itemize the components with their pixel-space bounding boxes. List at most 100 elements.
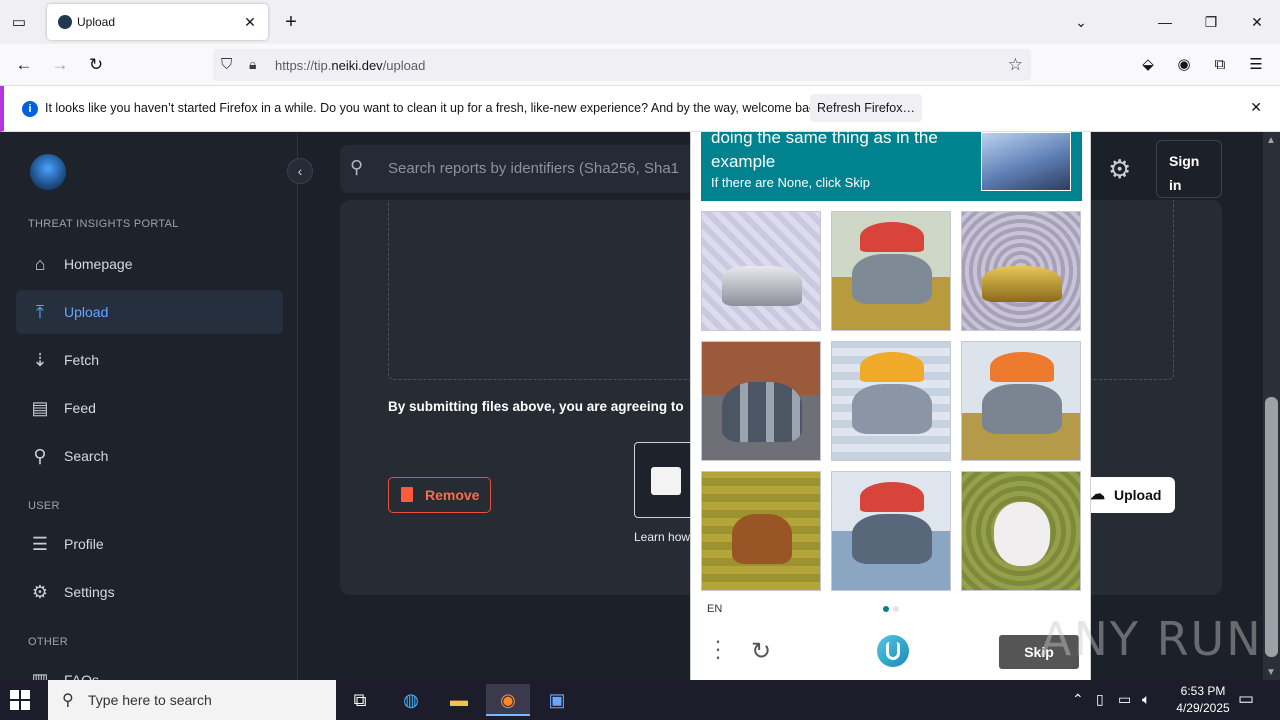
elephant-shape (852, 514, 932, 564)
menu-icon[interactable]: ☰ (1244, 53, 1268, 77)
scroll-down-icon[interactable]: ▼ (1266, 667, 1276, 678)
reload-challenge-icon[interactable]: ↻ (751, 637, 771, 666)
elephant-orange-umbrella-image[interactable] (961, 341, 1081, 461)
search-icon: ⚲ (33, 446, 47, 466)
sidebar-item-settings[interactable]: ⚙ Settings (16, 570, 283, 614)
umbrella-shape (860, 352, 924, 382)
shield-icon[interactable]: ⛉ (221, 56, 232, 73)
profile-icon: ☰ (31, 534, 49, 554)
elephant-shape (852, 254, 932, 304)
report-search-input[interactable]: Search reports by identifiers (Sha256, S… (388, 160, 679, 177)
dog-skateboard-image[interactable] (701, 471, 821, 591)
search-icon: ⚲ (62, 692, 74, 709)
sidebar-item-fetch[interactable]: ⇣ Fetch (16, 338, 283, 382)
sidebar-item-search[interactable]: ⚲ Search (16, 434, 283, 478)
more-options-icon[interactable]: · · · (713, 630, 723, 668)
extensions-icon[interactable]: ⧉ (1208, 53, 1232, 77)
account-icon[interactable]: ◉ (1172, 53, 1196, 77)
feed-icon: ▤ (31, 398, 49, 418)
back-icon[interactable]: ← (11, 53, 37, 77)
app-icon[interactable]: ▣ (535, 684, 579, 716)
browser-tab-bar: ▭ Upload ✕ + ⌄ — ❐ ✕ (0, 0, 1280, 44)
sidebar-item-label: Fetch (64, 352, 100, 368)
tab-title: Upload (77, 15, 116, 29)
sidebar-collapse-button[interactable]: ‹ (287, 158, 313, 184)
volume-icon[interactable]: 🔈︎ (1142, 691, 1150, 708)
scrollbar-thumb[interactable] (1265, 397, 1278, 657)
sign-in-button[interactable]: Sign in (1156, 140, 1222, 198)
windows-taskbar: ⚲ Type here to search ⧉ ◍ ▬ ◉ ▣ ⌃ ▯ ▭ 🔈︎… (0, 680, 1280, 720)
browser-navbar: ← → ↻ ⛉ 🔒︎ https://tip.neiki.dev/upload … (0, 44, 1280, 86)
umbrella-shape (990, 352, 1054, 382)
network-icon[interactable]: ▭ (1118, 691, 1131, 708)
sidebar-item-faqs[interactable]: ▥ FAQs (16, 658, 283, 680)
poodle-skateboard-image[interactable] (961, 471, 1081, 591)
gear-icon[interactable]: ⚙ (1108, 154, 1131, 185)
umbrella-shape (860, 222, 924, 252)
upload-button[interactable]: ☁ Upload (1080, 477, 1175, 513)
minimize-icon[interactable]: — (1150, 8, 1180, 36)
elephant-umbrella-image[interactable] (831, 211, 951, 331)
chickens-shape (722, 382, 802, 442)
portal-logo[interactable] (30, 154, 66, 190)
notification-close-icon[interactable]: ✕ (1250, 99, 1262, 116)
firefox-icon[interactable]: ◉ (486, 684, 530, 716)
language-selector[interactable]: EN (707, 603, 722, 615)
chickens-image[interactable] (701, 341, 821, 461)
learn-how-link[interactable]: Learn how (634, 530, 690, 544)
browser-tab[interactable]: Upload ✕ (47, 4, 268, 40)
taskbar-search[interactable]: ⚲ Type here to search (48, 680, 336, 720)
sidebar-item-upload[interactable]: ⤒ Upload (16, 290, 283, 334)
url-text[interactable]: https://tip.neiki.dev/upload (275, 58, 425, 73)
captcha-checkbox[interactable] (651, 467, 681, 495)
scroll-up-icon[interactable]: ▲ (1266, 135, 1276, 146)
page-dot-active (883, 606, 889, 612)
car-image[interactable] (701, 211, 821, 331)
gold-car-image[interactable] (961, 211, 1081, 331)
remove-label: Remove (425, 487, 480, 503)
list-all-tabs-icon[interactable]: ⌄ (1066, 8, 1096, 36)
elephant-shape (852, 384, 932, 434)
bookmark-star-icon[interactable]: ☆ (1008, 55, 1023, 75)
task-view-icon[interactable]: ⧉ (338, 684, 382, 716)
notification-message: It looks like you haven’t started Firefo… (45, 101, 826, 115)
page-scrollbar[interactable]: ▲ ▼ (1263, 132, 1280, 680)
sidebar-section-other: OTHER (28, 636, 68, 648)
window-close-icon[interactable]: ✕ (1242, 8, 1272, 36)
sidebar-item-label: Search (64, 448, 109, 464)
refresh-firefox-button[interactable]: Refresh Firefox… (810, 94, 922, 122)
address-bar[interactable]: ⛉ 🔒︎ https://tip.neiki.dev/upload ☆ (213, 49, 1031, 81)
tray-overflow-icon[interactable]: ⌃ (1072, 691, 1084, 708)
sidebar-item-homepage[interactable]: ⌂ Homepage (16, 242, 283, 286)
taskbar-search-input[interactable]: Type here to search (88, 692, 212, 708)
reload-icon[interactable]: ↻ (83, 53, 109, 77)
sidebar-item-profile[interactable]: ☰ Profile (16, 522, 283, 566)
system-clock[interactable]: 6:53 PM 4/29/2025 (1166, 683, 1240, 717)
edge-icon[interactable]: ◍ (389, 684, 433, 716)
sidebar-item-feed[interactable]: ▤ Feed (16, 386, 283, 430)
forward-icon[interactable]: → (47, 53, 73, 77)
captcha-checkbox-card[interactable] (634, 442, 694, 518)
notifications-icon[interactable]: ▭ (1238, 689, 1254, 709)
remove-button[interactable]: Remove (388, 477, 491, 513)
fetch-icon: ⇣ (32, 350, 48, 370)
elephant-water-image[interactable] (831, 471, 951, 591)
example-image (981, 132, 1071, 191)
lock-icon[interactable]: 🔒︎ (249, 56, 256, 73)
elephant-yellow-umbrella-image[interactable] (831, 341, 951, 461)
clock-date: 4/29/2025 (1176, 701, 1230, 715)
sidebar: THREAT INSIGHTS PORTAL ⌂ Homepage ⤒ Uplo… (0, 132, 298, 680)
start-button[interactable] (10, 690, 30, 710)
pocket-icon[interactable]: ⬙ (1136, 53, 1160, 77)
prompt-line: example (711, 152, 776, 171)
sidebar-item-label: Feed (64, 400, 96, 416)
sign-in-label: Sign (1169, 153, 1200, 169)
restore-icon[interactable]: ❐ (1196, 8, 1226, 36)
tab-list-icon[interactable]: ▭ (8, 11, 30, 33)
device-icon[interactable]: ▯ (1096, 691, 1104, 708)
info-icon: i (22, 101, 38, 117)
prompt-line: doing the same thing as in the (711, 128, 938, 147)
file-explorer-icon[interactable]: ▬ (437, 684, 481, 716)
tab-close-icon[interactable]: ✕ (240, 12, 260, 32)
new-tab-icon[interactable]: + (280, 11, 302, 33)
